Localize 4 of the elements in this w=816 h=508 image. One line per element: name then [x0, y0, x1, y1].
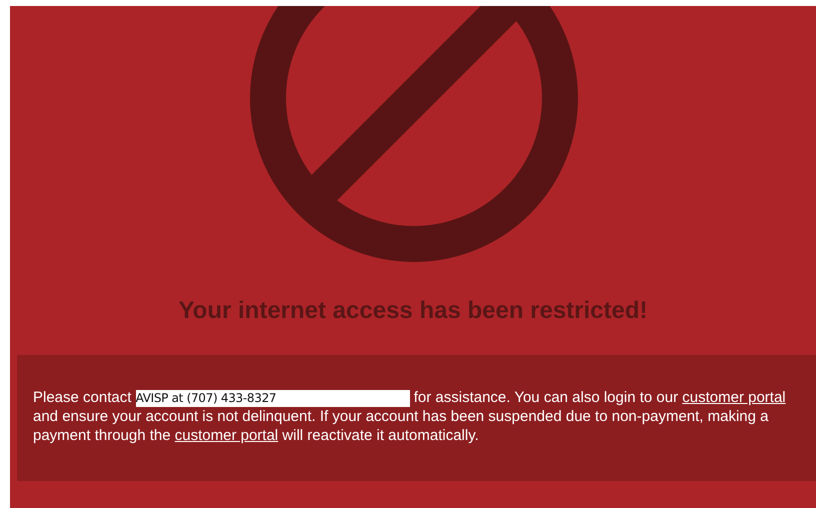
customer-portal-link[interactable]: customer portal: [174, 427, 278, 444]
heading: Your internet access has been restricted!: [178, 297, 648, 325]
prohibition-icon: [249, 6, 579, 263]
customer-portal-link[interactable]: customer portal: [682, 389, 786, 406]
